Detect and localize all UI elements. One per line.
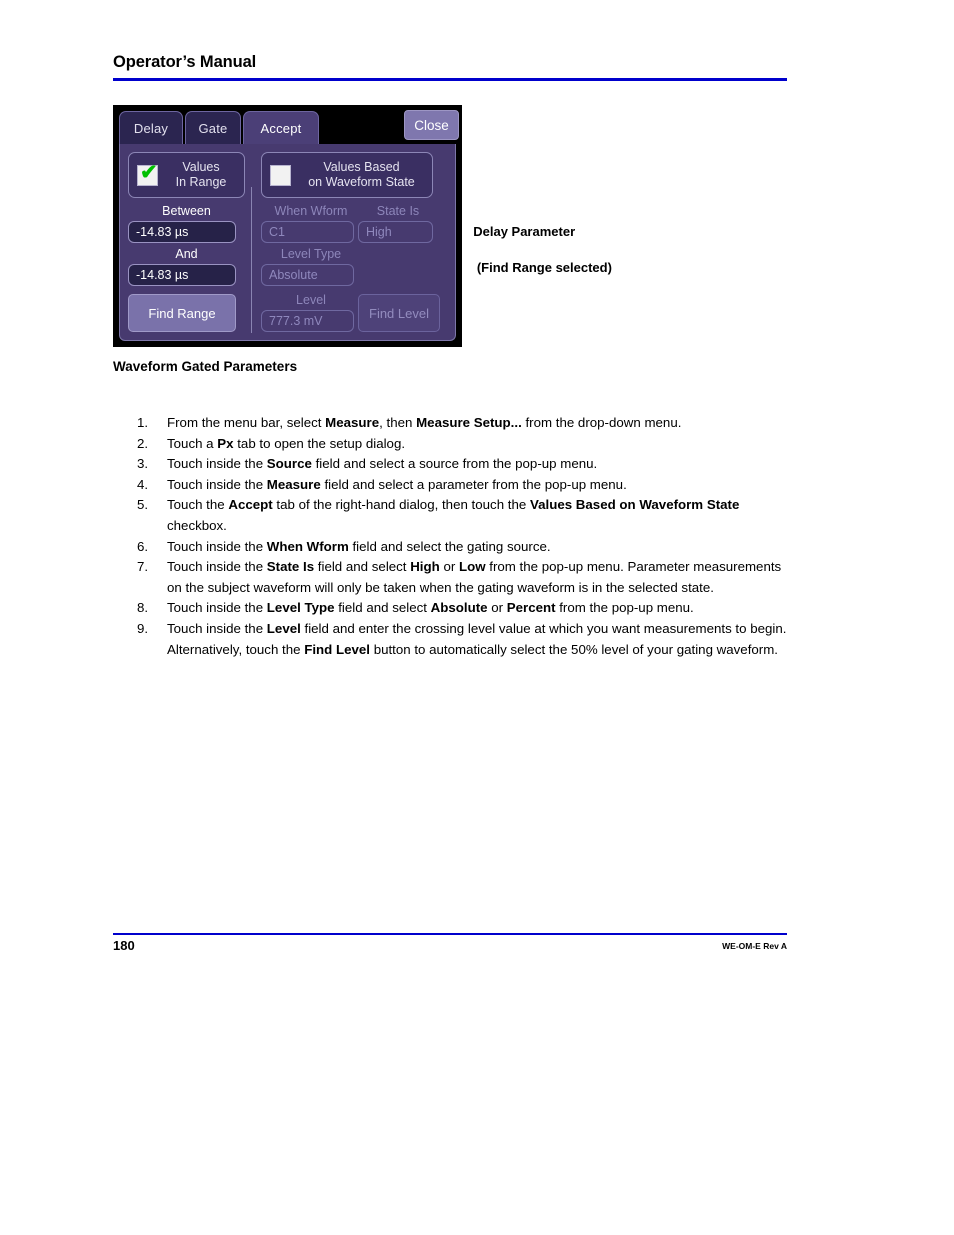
step-number: 8. bbox=[137, 600, 149, 616]
page-title: Operator’s Manual bbox=[113, 53, 257, 71]
procedure-step: 1. From the menu bar, select Measure, the… bbox=[137, 413, 789, 434]
footer-doc-id: WE-OM-E Rev A bbox=[722, 941, 787, 951]
procedure-step: 3. Touch inside the Source field and sele… bbox=[137, 454, 789, 475]
procedure-step: 9. Touch inside the Level field and enter… bbox=[137, 619, 789, 660]
vbws-label-line2: on Waveform State bbox=[308, 175, 415, 189]
step-number: 6. bbox=[137, 538, 149, 554]
values-in-range-label: Values In Range bbox=[158, 160, 244, 190]
step-number: 3. bbox=[137, 456, 149, 472]
level-type-label: Level Type bbox=[280, 247, 342, 261]
between-field[interactable]: -14.83 µs bbox=[128, 221, 236, 243]
procedure-steps: 1. From the menu bar, select Measure, the… bbox=[137, 413, 789, 660]
step-text: Touch a Px tab to open the setup dialog. bbox=[167, 435, 406, 451]
header-divider bbox=[113, 78, 787, 81]
and-field[interactable]: -14.83 µs bbox=[128, 264, 236, 286]
tab-delay-label: Delay bbox=[133, 121, 169, 136]
step-number: 9. bbox=[137, 620, 149, 636]
values-based-on-waveform-state-checkbox[interactable] bbox=[270, 164, 291, 186]
step-number: 5. bbox=[137, 497, 149, 513]
dialog-tabstrip: Delay Gate Accept Close bbox=[113, 105, 462, 145]
step-text: Touch inside the Level field and enter t… bbox=[167, 620, 787, 657]
procedure-step: 8. Touch inside the Level Type field and … bbox=[137, 598, 789, 619]
step-text: Touch inside the Level Type field and se… bbox=[167, 600, 694, 616]
close-button-label: Close bbox=[414, 117, 449, 133]
procedure-step: 6. Touch inside the When Wform field and … bbox=[137, 537, 789, 558]
find-level-button[interactable]: Find Level bbox=[358, 294, 440, 332]
section-heading: Waveform Gated Parameters bbox=[113, 359, 298, 374]
step-text: Touch inside the Source field and select… bbox=[167, 456, 598, 472]
values-in-range-label-line2: In Range bbox=[175, 175, 227, 189]
values-based-on-waveform-state-label: Values Based on Waveform State bbox=[291, 160, 432, 190]
tab-delay[interactable]: Delay bbox=[119, 111, 183, 145]
step-text: Touch inside the When Wform field and se… bbox=[167, 538, 551, 554]
step-text: Touch the Accept tab of the right-hand d… bbox=[167, 497, 740, 533]
level-type-field[interactable]: Absolute bbox=[261, 264, 354, 286]
state-is-label: State Is bbox=[376, 204, 420, 218]
figure-caption-line1: Delay Parameter bbox=[473, 224, 576, 239]
find-range-button[interactable]: Find Range bbox=[128, 294, 236, 332]
values-based-on-waveform-state-group[interactable]: Values Based on Waveform State bbox=[261, 152, 433, 198]
values-in-range-group[interactable]: ✔ Values In Range bbox=[128, 152, 245, 198]
column-divider bbox=[251, 187, 252, 333]
values-in-range-label-line1: Values bbox=[182, 160, 220, 174]
dialog-body: ✔ Values In Range Between -14.83 µs And … bbox=[119, 144, 456, 341]
footer-divider bbox=[113, 933, 787, 935]
close-button[interactable]: Close bbox=[404, 110, 459, 140]
step-text: Touch inside the Measure field and selec… bbox=[167, 476, 627, 492]
when-wform-label: When Wform bbox=[274, 204, 348, 218]
tab-accept-label: Accept bbox=[260, 121, 302, 136]
values-in-range-checkbox[interactable]: ✔ bbox=[137, 160, 158, 186]
measure-accept-dialog-screenshot: Delay Gate Accept Close ✔ Values In Rang… bbox=[113, 105, 462, 347]
tab-gate-label: Gate bbox=[198, 121, 228, 136]
step-number: 4. bbox=[137, 476, 149, 492]
step-number: 1. bbox=[137, 415, 149, 430]
step-text: From the menu bar, select Measure, then … bbox=[167, 415, 682, 430]
step-text: Touch inside the State Is field and sele… bbox=[167, 559, 782, 595]
vbws-label-line1: Values Based bbox=[323, 160, 400, 174]
figure-caption: Delay Parameter (Find Range selected) bbox=[466, 205, 612, 277]
state-is-field[interactable]: High bbox=[358, 221, 433, 243]
and-label: And bbox=[175, 247, 198, 261]
page-header: Operator’s Manual bbox=[113, 52, 787, 81]
figure-caption-line2: (Find Range selected) bbox=[473, 260, 612, 275]
when-wform-field[interactable]: C1 bbox=[261, 221, 354, 243]
level-label: Level bbox=[296, 293, 326, 307]
between-label: Between bbox=[162, 204, 211, 218]
step-number: 2. bbox=[137, 435, 149, 451]
level-field[interactable]: 777.3 mV bbox=[261, 310, 354, 332]
procedure-step: 5. Touch the Accept tab of the right-hand… bbox=[137, 495, 789, 536]
checkmark-icon: ✔ bbox=[140, 160, 158, 184]
procedure-step: 4. Touch inside the Measure field and sel… bbox=[137, 475, 789, 496]
tab-gate[interactable]: Gate bbox=[185, 111, 241, 145]
step-number: 7. bbox=[137, 559, 149, 575]
procedure-step: 2. Touch a Px tab to open the setup dialo… bbox=[137, 434, 789, 455]
tab-accept[interactable]: Accept bbox=[243, 111, 319, 145]
procedure-step: 7. Touch inside the State Is field and se… bbox=[137, 557, 789, 598]
